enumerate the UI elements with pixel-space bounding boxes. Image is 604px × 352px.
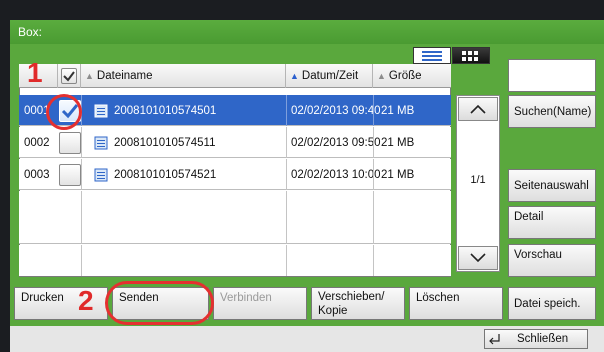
row-checkbox[interactable] bbox=[59, 132, 81, 154]
file-date: 02/02/2013 09:40 bbox=[291, 104, 381, 117]
row-index: 0002 bbox=[24, 136, 50, 149]
column-header-size[interactable]: ▲ Größe bbox=[373, 64, 451, 88]
column-header-date-label: Datum/Zeit bbox=[301, 70, 359, 82]
sort-asc-icon: ▲ bbox=[290, 71, 299, 81]
table-row[interactable]: 0003 2008101010574521 02/02/2013 10:00 2… bbox=[19, 159, 451, 190]
page-select-button[interactable]: Seitenauswahl bbox=[508, 169, 596, 202]
table-row[interactable]: 0001 2008101010574501 02/02/2013 09:40 2… bbox=[19, 95, 451, 126]
empty-row bbox=[19, 245, 451, 276]
select-all-checkbox[interactable] bbox=[61, 68, 77, 84]
column-header-name[interactable]: ▲ Dateiname bbox=[81, 64, 286, 88]
window-title: Box: bbox=[10, 20, 604, 44]
column-header-date[interactable]: ▲ Datum/Zeit bbox=[286, 64, 373, 88]
file-size: 21 MB bbox=[381, 168, 415, 181]
file-name: 2008101010574501 bbox=[114, 104, 217, 117]
move-copy-label-line1: Verschieben/ bbox=[318, 291, 385, 303]
grid-view-icon bbox=[462, 51, 478, 61]
file-size: 21 MB bbox=[381, 104, 415, 117]
list-view-toggle[interactable] bbox=[413, 47, 451, 64]
join-button[interactable]: Verbinden bbox=[213, 287, 307, 320]
empty-row bbox=[19, 213, 451, 244]
column-header-size-label: Größe bbox=[388, 70, 422, 82]
save-file-button[interactable]: Datei speich. bbox=[508, 287, 596, 320]
scroll-up-button[interactable] bbox=[458, 97, 498, 121]
detail-button[interactable]: Detail bbox=[508, 206, 596, 239]
file-name: 2008101010574511 bbox=[114, 136, 216, 149]
file-date: 02/02/2013 09:50 bbox=[291, 136, 381, 149]
close-label: Schließen bbox=[517, 333, 569, 345]
sort-asc-icon: ▲ bbox=[377, 71, 386, 81]
close-button[interactable]: Schließen bbox=[484, 329, 588, 349]
chevron-up-icon bbox=[470, 104, 486, 114]
callout-number-1: 1 bbox=[27, 57, 43, 88]
select-all-header[interactable] bbox=[57, 64, 81, 88]
file-name-cell: 2008101010574511 bbox=[94, 127, 215, 158]
callout-ring-checkbox bbox=[46, 94, 82, 130]
chevron-down-icon bbox=[470, 253, 486, 263]
return-arrow-icon bbox=[489, 334, 500, 345]
row-checkbox[interactable] bbox=[59, 164, 81, 186]
table-row[interactable]: 0002 2008101010574511 02/02/2013 09:50 2… bbox=[19, 127, 451, 158]
file-date: 02/02/2013 10:00 bbox=[291, 168, 381, 181]
document-icon bbox=[94, 104, 108, 117]
thumbnail-view-toggle[interactable] bbox=[452, 47, 490, 64]
preview-button[interactable]: Vorschau bbox=[508, 244, 596, 277]
search-name-field[interactable] bbox=[508, 59, 596, 92]
print-button[interactable]: Drucken bbox=[14, 287, 108, 320]
list-view-icon bbox=[422, 51, 442, 61]
file-size: 21 MB bbox=[381, 136, 415, 149]
page-indicator: 1/1 bbox=[470, 174, 486, 186]
move-copy-label-line2: Kopie bbox=[318, 305, 348, 317]
delete-button[interactable]: Löschen bbox=[409, 287, 503, 320]
row-index: 0003 bbox=[24, 168, 50, 181]
callout-number-2: 2 bbox=[78, 285, 94, 316]
file-name-cell: 2008101010574521 bbox=[94, 159, 216, 190]
file-name: 2008101010574521 bbox=[114, 168, 217, 181]
scroll-column: 1/1 bbox=[456, 95, 500, 272]
search-name-button[interactable]: Suchen(Name) bbox=[508, 95, 596, 128]
column-header-name-label: Dateiname bbox=[96, 70, 153, 82]
document-icon bbox=[94, 168, 108, 181]
scroll-down-button[interactable] bbox=[458, 246, 498, 270]
sort-asc-icon: ▲ bbox=[85, 71, 94, 81]
file-name-cell: 2008101010574501 bbox=[94, 95, 216, 126]
check-icon bbox=[63, 71, 75, 82]
callout-ring-send bbox=[105, 281, 214, 325]
move-copy-button[interactable]: Verschieben/ Kopie bbox=[311, 287, 405, 320]
document-icon bbox=[94, 136, 108, 149]
